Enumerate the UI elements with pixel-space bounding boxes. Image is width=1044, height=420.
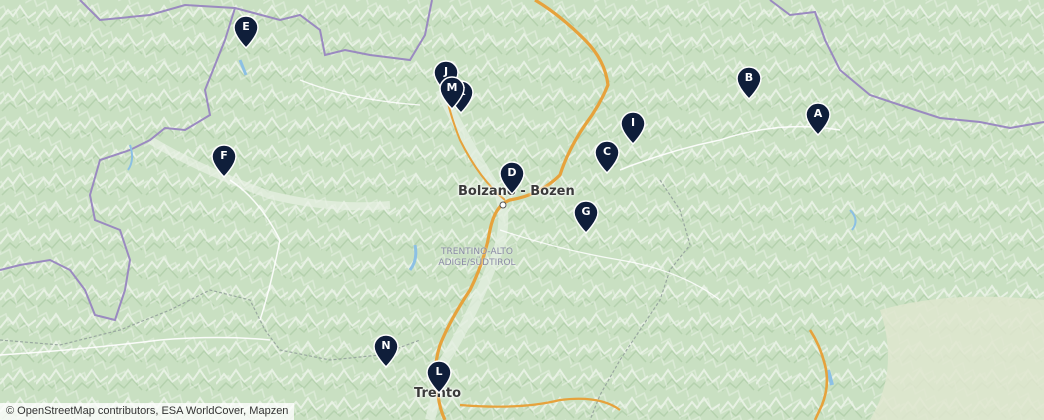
marker-label: D <box>507 166 517 179</box>
marker-label: G <box>581 205 591 218</box>
marker-label: N <box>381 339 391 352</box>
marker-label: E <box>242 20 250 33</box>
map-canvas[interactable]: TRENTINO-ALTO ADIGE/SÜDTIROL Bolzano - B… <box>0 0 1044 420</box>
marker-label: I <box>630 116 636 129</box>
map-marker-g[interactable]: G <box>573 200 599 234</box>
region-label: TRENTINO-ALTO ADIGE/SÜDTIROL <box>431 247 523 269</box>
marker-label: M <box>446 81 458 94</box>
marker-label: A <box>813 107 823 120</box>
map-attribution[interactable]: © OpenStreetMap contributors, ESA WorldC… <box>0 403 295 420</box>
map-marker-i[interactable]: I <box>620 111 646 145</box>
map-marker-c[interactable]: C <box>594 140 620 174</box>
marker-label: F <box>220 149 228 162</box>
map-marker-f[interactable]: F <box>211 144 237 178</box>
map-marker-n[interactable]: N <box>373 334 399 368</box>
region-label-line-2: ADIGE/SÜDTIROL <box>438 258 516 268</box>
map-marker-l[interactable]: L <box>426 360 452 394</box>
marker-label: B <box>744 71 754 84</box>
region-label-line-1: TRENTINO-ALTO <box>441 247 513 257</box>
map-marker-e[interactable]: E <box>233 15 259 49</box>
terrain-layer <box>0 0 1044 420</box>
marker-label: L <box>435 365 443 378</box>
map-marker-a[interactable]: A <box>805 102 831 136</box>
map-marker-m[interactable]: M <box>439 76 465 110</box>
map-marker-b[interactable]: B <box>736 66 762 100</box>
map-marker-d[interactable]: D <box>499 161 525 195</box>
marker-label: C <box>602 145 612 158</box>
